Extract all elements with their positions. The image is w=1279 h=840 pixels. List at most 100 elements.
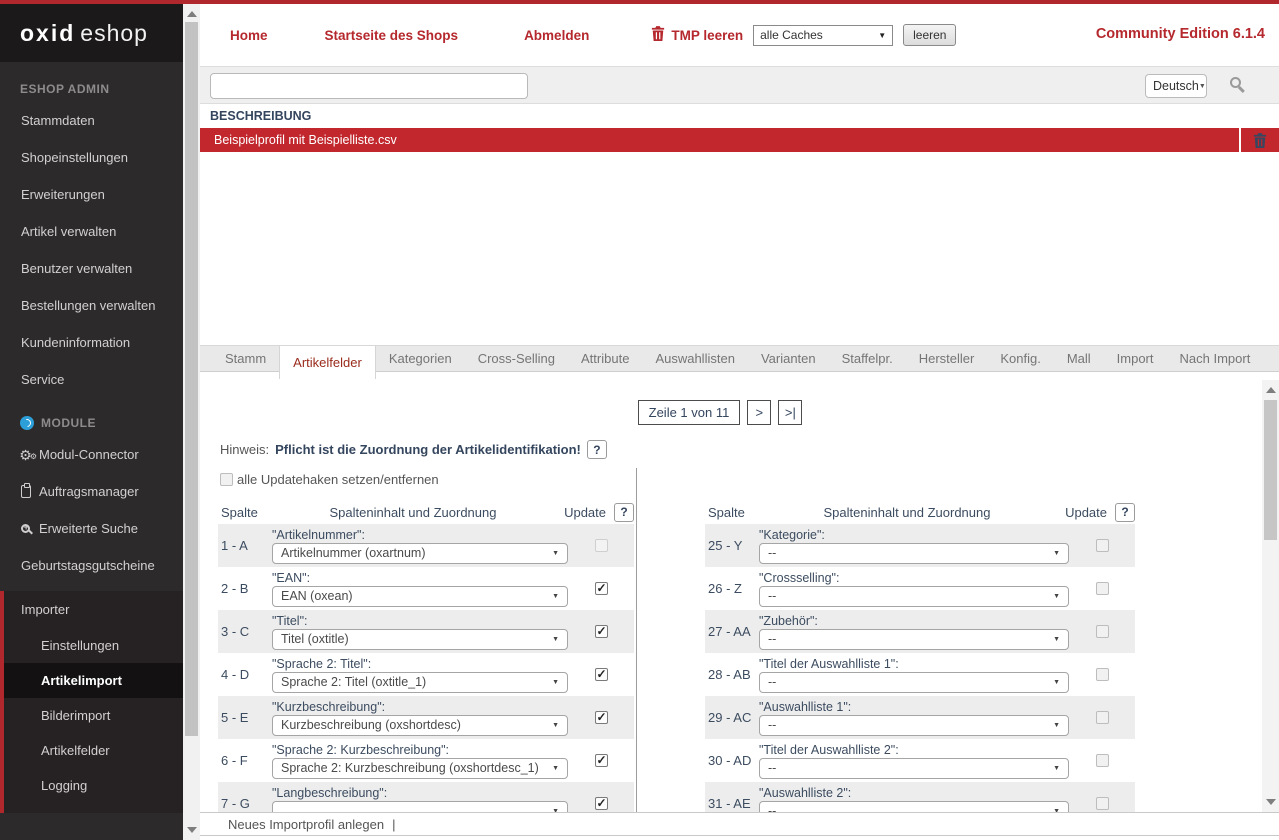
- update-checkbox[interactable]: [1096, 797, 1109, 810]
- sidebar-item-stammdaten[interactable]: Stammdaten: [0, 102, 183, 139]
- tab-attribute[interactable]: Attribute: [568, 346, 642, 371]
- mapping-select[interactable]: --▼: [759, 758, 1069, 779]
- sidebar-item-service[interactable]: Service: [0, 361, 183, 398]
- trash-icon: [1253, 133, 1267, 148]
- mapping-select[interactable]: Sprache 2: Titel (oxtitle_1)▼: [272, 672, 568, 693]
- scrollbar-thumb[interactable]: [185, 22, 198, 736]
- sidebar-item-geburtstagsgutscheine[interactable]: Geburtstagsgutscheine: [0, 547, 183, 584]
- mapping-select[interactable]: --▼: [759, 672, 1069, 693]
- nav-home-link[interactable]: Home: [230, 28, 268, 43]
- sidebar-subitem-einstellungen[interactable]: Einstellungen: [4, 628, 183, 663]
- help-button[interactable]: ?: [614, 503, 634, 522]
- sidebar-item-bestellungen-verwalten[interactable]: Bestellungen verwalten: [0, 287, 183, 324]
- sidebar-subitem-artikelfelder[interactable]: Artikelfelder: [4, 733, 183, 768]
- pagination: Zeile 1 von 11 > >|: [200, 400, 1240, 425]
- tab-auswahllisten[interactable]: Auswahllisten: [642, 346, 748, 371]
- hint-prefix: Hinweis:: [220, 442, 269, 457]
- tab-staffelpr[interactable]: Staffelpr.: [829, 346, 906, 371]
- mapping-row: 1 - A "Artikelnummer": Artikelnummer (ox…: [218, 524, 634, 567]
- content-scrollbar[interactable]: [1262, 380, 1279, 812]
- mapping-select[interactable]: Titel (oxtitle)▼: [272, 629, 568, 650]
- cache-select[interactable]: alle Caches ▼: [753, 25, 893, 46]
- search-input[interactable]: [210, 73, 528, 99]
- sidebar-item-kundeninformation[interactable]: Kundeninformation: [0, 324, 183, 361]
- sidebar-subitem-artikelimport[interactable]: Artikelimport: [4, 663, 183, 698]
- mapping-select[interactable]: --▼: [759, 715, 1069, 736]
- tab-varianten[interactable]: Varianten: [748, 346, 829, 371]
- sidebar-item-artikel-verwalten[interactable]: Artikel verwalten: [0, 213, 183, 250]
- mapping-select[interactable]: EAN (oxean)▼: [272, 586, 568, 607]
- nav-shop-start-link[interactable]: Startseite des Shops: [325, 28, 459, 43]
- pagination-next-button[interactable]: >: [747, 400, 771, 425]
- update-checkbox[interactable]: [1096, 539, 1109, 552]
- new-import-profile-link[interactable]: Neues Importprofil anlegen: [228, 817, 384, 832]
- update-checkbox[interactable]: [595, 754, 608, 767]
- sidebar-subitem-bilderimport[interactable]: Bilderimport: [4, 698, 183, 733]
- update-checkbox[interactable]: [1096, 625, 1109, 638]
- sidebar-item-erweiterte-suche[interactable]: Erweiterte Suche: [0, 510, 183, 547]
- language-select[interactable]: Deutsch ▼: [1145, 74, 1207, 98]
- tab-nach-import[interactable]: Nach Import: [1167, 346, 1264, 371]
- search-icon[interactable]: [1230, 77, 1241, 88]
- mapping-column-right: Spalte Spalteninhalt und Zuordnung Updat…: [705, 500, 1135, 812]
- sidebar-item-erweiterungen[interactable]: Erweiterungen: [0, 176, 183, 213]
- update-checkbox[interactable]: [595, 797, 608, 810]
- scrollbar-down-arrow[interactable]: [187, 827, 197, 833]
- clear-cache-button[interactable]: leeren: [903, 24, 956, 46]
- sidebar-item-shopeinstellungen[interactable]: Shopeinstellungen: [0, 139, 183, 176]
- help-button[interactable]: ?: [587, 440, 607, 459]
- logo-primary: oxid: [20, 20, 75, 46]
- mapping-select[interactable]: --▼: [759, 586, 1069, 607]
- tab-konfig[interactable]: Konfig.: [987, 346, 1053, 371]
- scrollbar-down-arrow[interactable]: [1266, 799, 1276, 805]
- tab-import[interactable]: Import: [1104, 346, 1167, 371]
- sidebar-item-benutzer-verwalten[interactable]: Benutzer verwalten: [0, 250, 183, 287]
- hint-line: Hinweis: Pflicht ist die Zuordnung der A…: [220, 440, 607, 459]
- tab-kategorien[interactable]: Kategorien: [376, 346, 465, 371]
- update-checkbox[interactable]: [595, 711, 608, 724]
- mapping-row: 29 - AC "Auswahlliste 1": --▼: [705, 696, 1135, 739]
- mapping-row: 4 - D "Sprache 2: Titel": Sprache 2: Tit…: [218, 653, 634, 696]
- sidebar-subitem-logging[interactable]: Logging: [4, 768, 183, 803]
- scrollbar-up-arrow[interactable]: [1266, 387, 1276, 393]
- mapping-select[interactable]: Artikelnummer (oxartnum)▼: [272, 543, 568, 564]
- update-checkbox[interactable]: [1096, 582, 1109, 595]
- nav-logout-link[interactable]: Abmelden: [524, 28, 589, 43]
- chevron-down-icon: ▼: [1053, 679, 1060, 686]
- mapping-select[interactable]: Kurzbeschreibung (oxshortdesc)▼: [272, 715, 568, 736]
- help-button[interactable]: ?: [1115, 503, 1135, 522]
- mapping-select[interactable]: --▼: [759, 543, 1069, 564]
- toggle-all-checkbox[interactable]: [220, 473, 233, 486]
- update-checkbox[interactable]: [595, 625, 608, 638]
- tab-artikelfelder[interactable]: Artikelfelder: [279, 346, 376, 379]
- tab-cross-selling[interactable]: Cross-Selling: [465, 346, 568, 371]
- scrollbar-up-arrow[interactable]: [187, 11, 197, 17]
- nav-tmp-clear-link[interactable]: TMP leeren: [651, 26, 743, 44]
- mapping-select[interactable]: ▼: [272, 801, 568, 813]
- chevron-down-icon: ▼: [552, 679, 559, 686]
- pagination-status: Zeile 1 von 11: [638, 400, 741, 425]
- sidebar-item-modul-connector[interactable]: ⚙ Modul-Connector: [0, 436, 183, 473]
- edition-label: Community Edition 6.1.4: [1096, 26, 1265, 42]
- sidebar-scrollbar[interactable]: [183, 4, 200, 840]
- selected-profile-row[interactable]: Beispielprofil mit Beispielliste.csv: [200, 128, 1239, 152]
- tab-hersteller[interactable]: Hersteller: [906, 346, 988, 371]
- tab-stamm[interactable]: Stamm: [212, 346, 279, 371]
- delete-profile-button[interactable]: [1241, 128, 1279, 152]
- mapping-row: 28 - AB "Titel der Auswahlliste 1": --▼: [705, 653, 1135, 696]
- mapping-row: 7 - G "Langbeschreibung": ▼: [218, 782, 634, 812]
- mapping-select[interactable]: --▼: [759, 801, 1069, 813]
- scrollbar-thumb[interactable]: [1264, 400, 1277, 540]
- update-checkbox[interactable]: [595, 668, 608, 681]
- sidebar-item-importer[interactable]: Importer: [4, 591, 183, 628]
- update-checkbox[interactable]: [1096, 711, 1109, 724]
- mapping-select[interactable]: --▼: [759, 629, 1069, 650]
- pagination-last-button[interactable]: >|: [778, 400, 802, 425]
- mapping-select[interactable]: Sprache 2: Kurzbeschreibung (oxshortdesc…: [272, 758, 568, 779]
- sidebar-item-auftragsmanager[interactable]: Auftragsmanager: [0, 473, 183, 510]
- update-checkbox[interactable]: [1096, 754, 1109, 767]
- update-checkbox[interactable]: [1096, 668, 1109, 681]
- tab-mall[interactable]: Mall: [1054, 346, 1104, 371]
- update-checkbox[interactable]: [595, 582, 608, 595]
- chevron-down-icon: ▼: [878, 31, 886, 40]
